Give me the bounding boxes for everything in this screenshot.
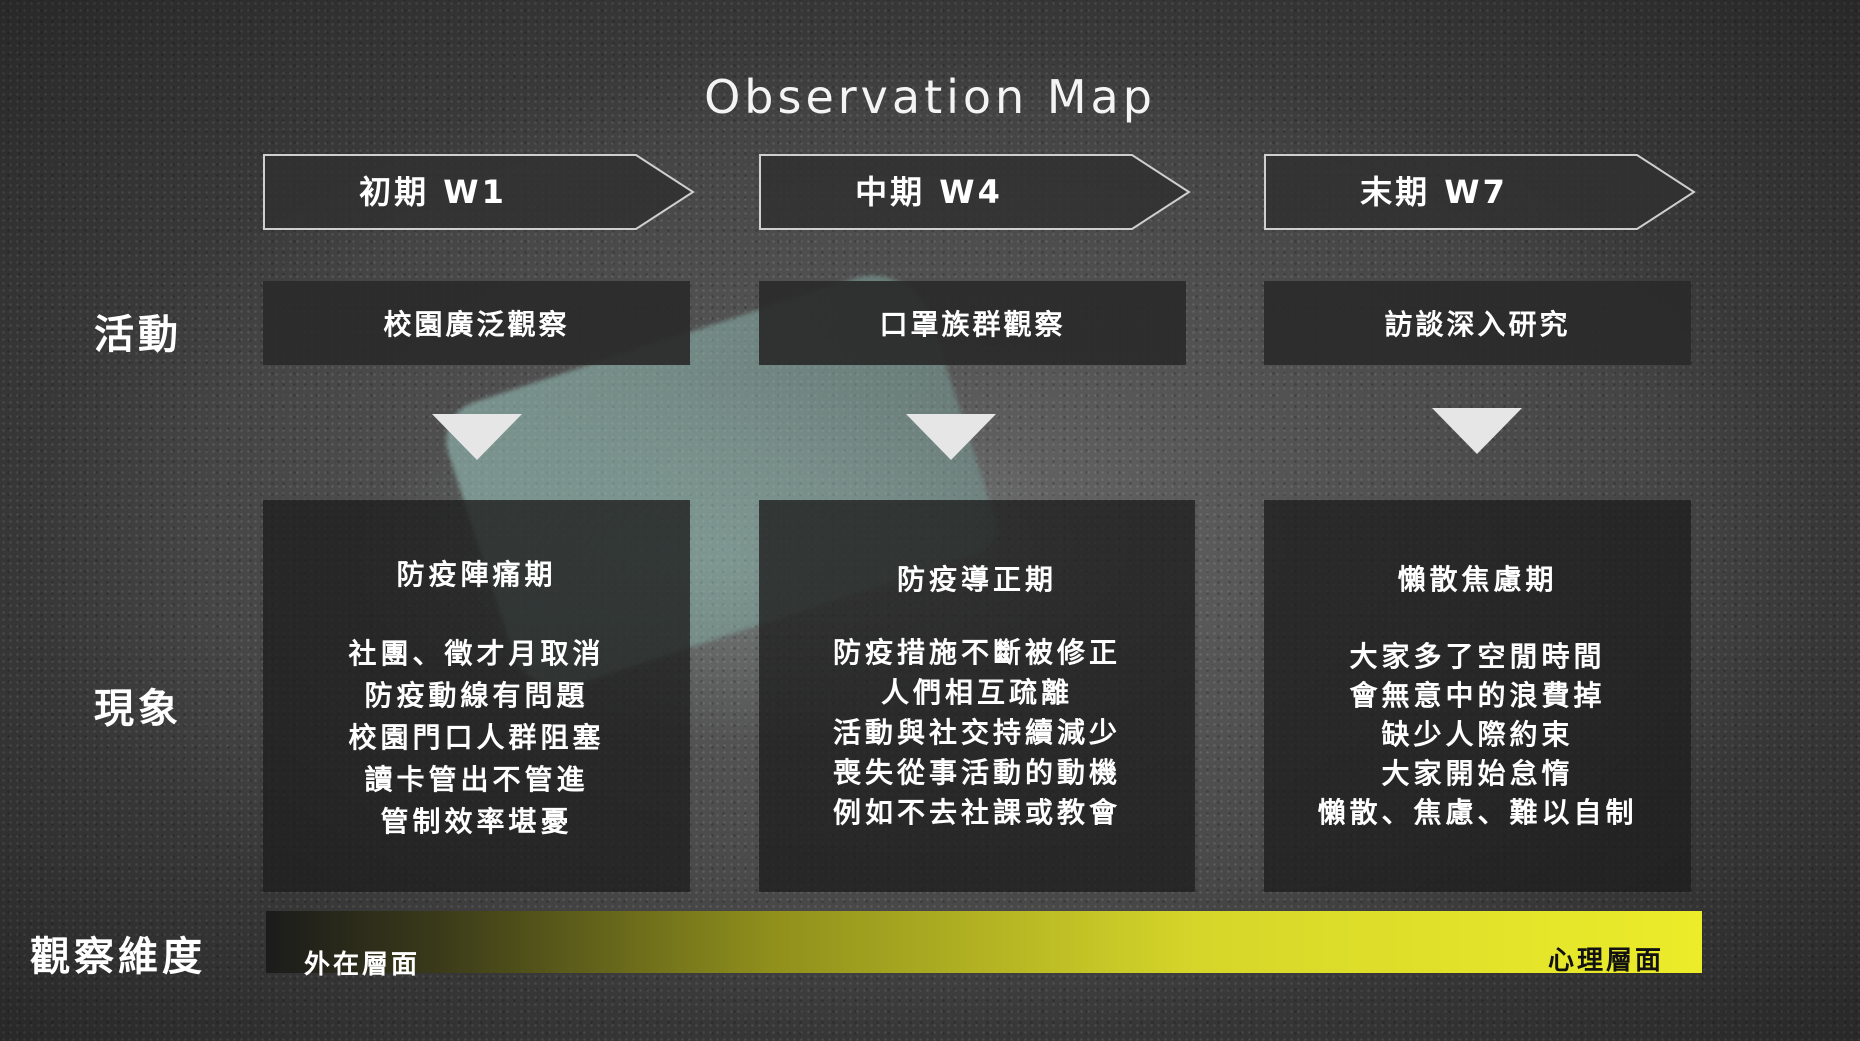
phenomenon-list: 防疫措施不斷被修正 人們相互疏離 活動與社交持續減少 喪失從事活動的動機 例如不… [759,633,1195,833]
phenomenon-item: 人們相互疏離 [880,676,1073,709]
page-title: Observation Map [704,70,1156,124]
dimension-left-label: 外在層面 [304,950,421,980]
row-label-dimension: 觀察維度 [30,934,206,980]
phenomenon-item: 校園門口人群阻塞 [348,721,605,754]
phenomenon-item: 防疫措施不斷被修正 [832,636,1121,669]
phase-title: 懶散焦慮期 [1397,563,1558,596]
period-label: 末期 W7 [1360,173,1508,211]
phenomenon-box-early: 防疫陣痛期 社團、徵才月取消 防疫動線有問題 校園門口人群阻塞 讀卡管出不管進 … [263,500,690,892]
phase-title: 防疫陣痛期 [396,558,557,591]
phenomenon-list: 社團、徵才月取消 防疫動線有問題 校園門口人群阻塞 讀卡管出不管進 管制效率堪憂 [263,633,690,843]
phenomenon-item: 例如不去社課或教會 [832,796,1121,829]
phenomenon-list: 大家多了空閒時間 會無意中的浪費掉 缺少人際約束 大家開始怠惰 懶散、焦慮、難以… [1264,637,1691,832]
period-chevron-mid: 中期 W4 [759,154,1191,230]
phenomenon-box-mid: 防疫導正期 防疫措施不斷被修正 人們相互疏離 活動與社交持續減少 喪失從事活動的… [759,500,1195,892]
period-label: 初期 W1 [359,173,507,211]
row-label-activity: 活動 [94,312,182,358]
dimension-gradient-bar [266,911,1702,973]
phenomenon-item: 讀卡管出不管進 [364,763,589,796]
phenomenon-box-late: 懶散焦慮期 大家多了空閒時間 會無意中的浪費掉 缺少人際約束 大家開始怠惰 懶散… [1264,500,1691,892]
phenomenon-item: 大家多了空閒時間 [1349,640,1606,673]
activity-box-mid: 口罩族群觀察 [759,281,1186,365]
phenomenon-item: 大家開始怠惰 [1381,757,1574,790]
phenomenon-item: 喪失從事活動的動機 [832,756,1121,789]
phenomenon-item: 防疫動線有問題 [364,679,589,712]
phenomenon-item: 會無意中的浪費掉 [1349,679,1606,712]
activity-box-early: 校園廣泛觀察 [263,281,690,365]
down-arrow-icon [906,414,996,460]
dimension-right-label: 心理層面 [1547,946,1664,976]
phenomenon-item: 懶散、焦慮、難以自制 [1317,796,1638,829]
activity-box-late: 訪談深入研究 [1264,281,1691,365]
period-chevron-late: 末期 W7 [1264,154,1696,230]
down-arrow-icon [432,414,522,460]
phase-title: 防疫導正期 [896,563,1057,596]
phenomenon-item: 管制效率堪憂 [380,805,573,838]
phenomenon-item: 缺少人際約束 [1381,718,1574,751]
phenomenon-item: 社團、徵才月取消 [348,637,605,670]
row-label-phenomenon: 現象 [94,686,182,732]
period-label: 中期 W4 [855,173,1003,211]
down-arrow-icon [1432,408,1522,454]
period-chevron-early: 初期 W1 [263,154,695,230]
phenomenon-item: 活動與社交持續減少 [832,716,1121,749]
